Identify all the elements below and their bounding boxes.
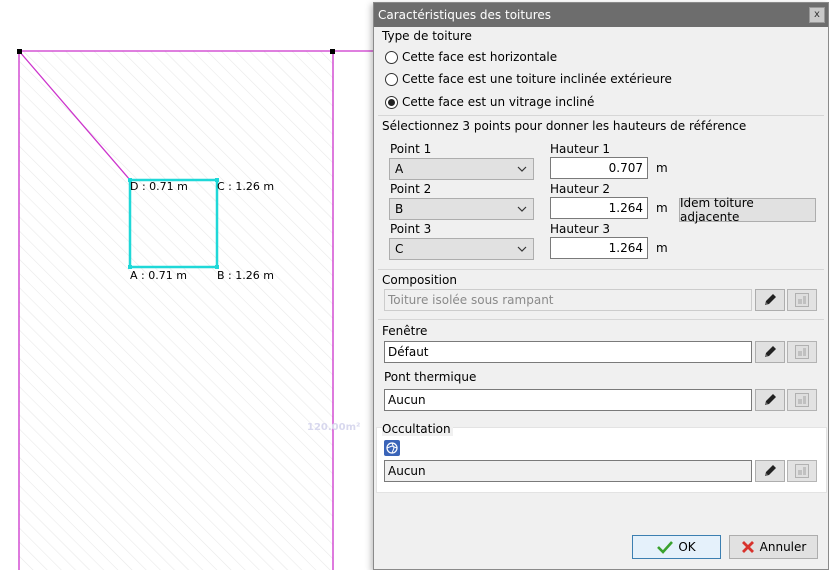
separator	[378, 269, 824, 270]
composition-library-button[interactable]	[787, 289, 817, 311]
point-1-value: A	[395, 162, 404, 176]
radio-circle[interactable]	[385, 72, 398, 86]
height-3-unit: m	[656, 241, 668, 255]
radio-label: Cette face est une toiture inclinée exté…	[402, 72, 672, 86]
check-icon	[657, 541, 674, 554]
pencil-icon	[765, 346, 776, 357]
roof-characteristics-dialog: Caractéristiques des toitures x Type de …	[373, 2, 829, 570]
radio-horizontal[interactable]: Cette face est horizontale	[385, 50, 557, 64]
library-icon	[795, 464, 809, 478]
dialog-title: Caractéristiques des toitures	[378, 8, 551, 22]
point-label-a: A : 0.71 m	[130, 269, 187, 282]
point-3-label: Point 3	[390, 222, 432, 236]
point-3-value: C	[395, 242, 404, 256]
library-icon	[795, 393, 809, 407]
roof-type-title: Type de toiture	[382, 29, 472, 43]
point-2-label: Point 2	[390, 182, 432, 196]
height-3-input[interactable]: 1.264	[550, 237, 648, 259]
thermal-bridge-edit-button[interactable]	[755, 389, 785, 411]
thermal-bridge-title: Pont thermique	[384, 370, 477, 384]
dialog-titlebar[interactable]: Caractéristiques des toitures x	[374, 3, 828, 27]
pencil-icon	[765, 294, 776, 305]
chevron-down-icon	[517, 206, 527, 212]
ok-label: OK	[678, 540, 696, 554]
point-2-value: B	[395, 202, 404, 216]
height-2-unit: m	[656, 201, 668, 215]
point-label-d: D : 0.71 m	[130, 180, 188, 193]
height-1-input[interactable]: 0.707	[550, 157, 648, 179]
ok-button[interactable]: OK	[632, 535, 721, 559]
shutter-icon[interactable]	[384, 440, 400, 456]
separator	[378, 319, 824, 320]
radio-label: Cette face est un vitrage incliné	[402, 95, 595, 109]
window-library-button[interactable]	[787, 341, 817, 363]
point-1-label: Point 1	[390, 142, 432, 156]
occultation-edit-button[interactable]	[755, 460, 785, 482]
roof-face-area[interactable]	[19, 51, 333, 570]
shutter-icon-glyph	[386, 442, 398, 454]
radio-label: Cette face est horizontale	[402, 50, 558, 64]
cancel-button[interactable]: Annuler	[729, 535, 818, 559]
window-edit-button[interactable]	[755, 341, 785, 363]
pencil-icon	[765, 394, 776, 405]
radio-circle-checked[interactable]	[385, 95, 398, 109]
cancel-label: Annuler	[759, 540, 807, 554]
point-3-select[interactable]: C	[389, 238, 534, 260]
reference-title: Sélectionnez 3 points pour donner les ha…	[382, 119, 747, 133]
point-1-select[interactable]: A	[389, 158, 534, 180]
same-adjacent-roof-button[interactable]: Idem toiture adjacente	[679, 196, 816, 224]
thermal-bridge-library-button[interactable]	[787, 389, 817, 411]
height-3-label: Hauteur 3	[550, 222, 611, 236]
point-label-c: C : 1.26 m	[217, 180, 275, 193]
separator	[378, 115, 824, 116]
radio-circle[interactable]	[385, 50, 398, 64]
area-label: 120.00m²	[307, 422, 361, 433]
chevron-down-icon	[517, 166, 527, 172]
close-button[interactable]: x	[809, 7, 825, 23]
window-title: Fenêtre	[382, 324, 428, 338]
thermal-bridge-field[interactable]: Aucun	[384, 389, 752, 411]
vertex-handle[interactable]	[330, 49, 335, 54]
chevron-down-icon	[517, 246, 527, 252]
radio-inclined-glazing[interactable]: Cette face est un vitrage incliné	[385, 95, 594, 109]
occultation-title: Occultation	[382, 422, 453, 436]
occultation-library-button[interactable]	[787, 460, 817, 482]
library-icon	[795, 345, 809, 359]
occultation-field[interactable]: Aucun	[384, 460, 752, 482]
cross-icon	[741, 541, 754, 553]
height-2-label: Hauteur 2	[550, 182, 611, 196]
app-window: D : 0.71 m C : 1.26 m A : 0.71 m B : 1.2…	[0, 0, 829, 570]
radio-inclined-roof[interactable]: Cette face est une toiture inclinée exté…	[385, 72, 672, 86]
window-field[interactable]: Défaut	[384, 341, 752, 363]
height-1-unit: m	[656, 161, 668, 175]
height-2-input[interactable]: 1.264	[550, 197, 648, 219]
vertex-handle[interactable]	[17, 49, 22, 54]
library-icon	[795, 293, 809, 307]
composition-title: Composition	[382, 273, 457, 287]
composition-field: Toiture isolée sous rampant	[384, 289, 752, 311]
height-1-label: Hauteur 1	[550, 142, 611, 156]
pencil-icon	[765, 465, 776, 476]
point-2-select[interactable]: B	[389, 198, 534, 220]
composition-edit-button[interactable]	[755, 289, 785, 311]
point-label-b: B : 1.26 m	[217, 269, 274, 282]
